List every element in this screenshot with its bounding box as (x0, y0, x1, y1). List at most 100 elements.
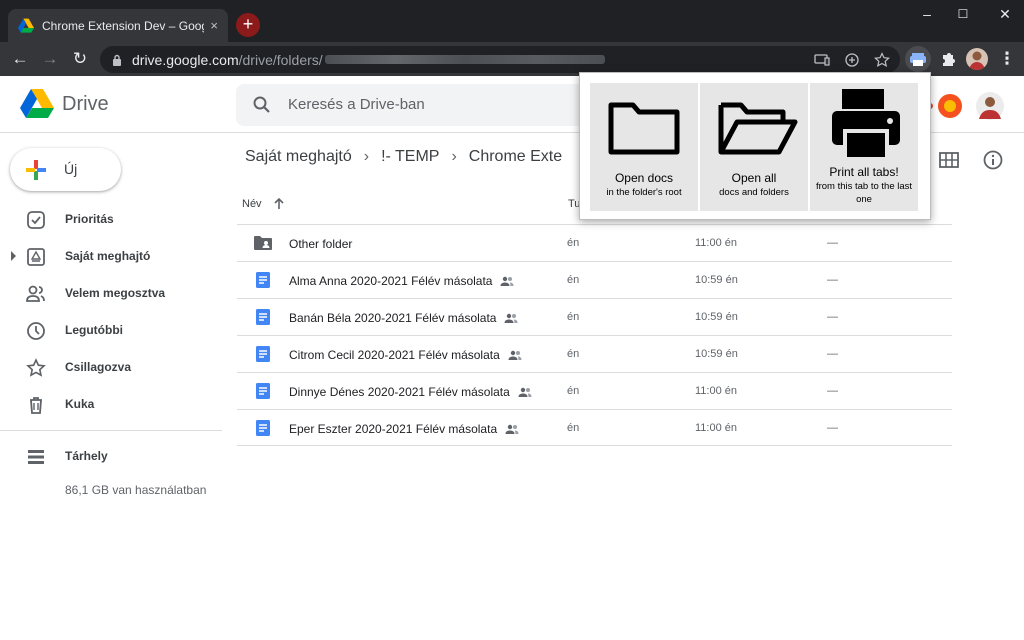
open-all-subtitle: docs and folders (719, 187, 789, 198)
shared-people-icon (505, 424, 519, 434)
file-modified: 11:00 én (695, 422, 738, 434)
google-docs-icon (256, 309, 270, 325)
file-name: Dinnye Dénes 2020-2021 Félév másolata (289, 385, 532, 399)
sidebar-divider (0, 430, 222, 431)
sidebar-item-label: Velem megosztva (65, 286, 166, 300)
file-owner: én (567, 385, 580, 397)
file-owner: én (567, 348, 580, 360)
file-name-text: Eper Eszter 2020-2021 Félév másolata (289, 422, 498, 436)
open-docs-button[interactable]: Open docs in the folder's root (590, 83, 698, 211)
chrome-menu-icon[interactable]: ⋮ (995, 47, 1019, 71)
plus-icon (26, 160, 46, 180)
sidebar-item-label: Csillagozva (65, 360, 132, 374)
shared-people-icon (500, 276, 514, 286)
sidebar-item-trash[interactable]: Kuka (0, 388, 222, 422)
minimize-icon[interactable]: – (912, 4, 942, 24)
file-modified: 11:00 én (695, 237, 738, 249)
file-size: — (827, 237, 838, 249)
sidebar-item-label: Prioritás (65, 212, 114, 226)
file-name-text: Alma Anna 2020-2021 Félév másolata (289, 274, 493, 288)
file-row[interactable]: Other folder én 11:00 én — (237, 224, 952, 261)
print-all-tabs-subtitle: from this tab to the last one (815, 181, 913, 205)
file-row[interactable]: Citrom Cecil 2020-2021 Félév másolata én… (237, 335, 952, 372)
file-name-text: Dinnye Dénes 2020-2021 Félév másolata (289, 385, 510, 399)
reload-icon[interactable]: ↻ (68, 47, 92, 71)
file-row[interactable]: Banán Béla 2020-2021 Félév másolata én 1… (237, 298, 952, 335)
file-row[interactable]: Dinnye Dénes 2020-2021 Félév másolata én… (237, 372, 952, 409)
sidebar-item-label: Saját meghajtó (65, 249, 151, 263)
file-owner: én (567, 237, 580, 249)
file-row[interactable]: Alma Anna 2020-2021 Félév másolata én 10… (237, 261, 952, 298)
file-size: — (827, 422, 838, 434)
info-icon[interactable] (982, 149, 1004, 171)
folder-icon (608, 102, 680, 155)
sort-arrow-up-icon[interactable] (273, 197, 285, 210)
sidebar-item-shared-with-me[interactable]: Velem megosztva (0, 277, 222, 311)
back-icon[interactable]: ← (8, 47, 32, 71)
sidebar-item-starred[interactable]: Csillagozva (0, 351, 222, 385)
profile-avatar[interactable] (966, 48, 988, 70)
file-size: — (827, 274, 838, 286)
printer-ext-icon (910, 53, 926, 66)
grid-view-icon[interactable] (938, 149, 960, 171)
storage-icon (28, 450, 44, 464)
star-bookmark-icon[interactable] (874, 52, 890, 68)
drive-app-name[interactable]: Drive (62, 93, 109, 116)
maximize-icon[interactable]: ☐ (948, 4, 978, 24)
file-name-text: Citrom Cecil 2020-2021 Félév másolata (289, 348, 500, 362)
trash-icon (30, 397, 42, 414)
file-owner: én (567, 311, 580, 323)
extension-printer-button[interactable] (905, 46, 931, 72)
address-bar[interactable]: drive.google.com/drive/folders/ (100, 46, 900, 73)
file-owner: én (567, 274, 580, 286)
file-name: Alma Anna 2020-2021 Félév másolata (289, 274, 514, 288)
sidebar-item-storage[interactable]: Tárhely (0, 440, 222, 474)
open-all-button[interactable]: Open all docs and folders (700, 83, 808, 211)
search-input[interactable]: Keresés a Drive-ban (288, 96, 425, 113)
column-header-name[interactable]: Név (242, 198, 262, 210)
new-tab-button[interactable]: + (236, 13, 260, 37)
open-docs-subtitle: in the folder's root (606, 187, 682, 198)
file-name-text: Other folder (289, 237, 353, 251)
search-icon[interactable] (252, 95, 272, 115)
add-icon[interactable] (844, 52, 860, 68)
storage-label: Tárhely (65, 449, 108, 463)
cast-icon[interactable] (814, 52, 830, 68)
drive-favicon-icon (18, 18, 34, 33)
file-row[interactable]: Eper Eszter 2020-2021 Félév másolata én … (237, 409, 952, 446)
header-avatars (927, 91, 1008, 121)
file-size: — (827, 311, 838, 323)
sidebar-item-priority[interactable]: Prioritás (0, 203, 222, 237)
lock-icon (113, 54, 121, 66)
search-bar[interactable]: Keresés a Drive-ban (236, 84, 636, 126)
breadcrumb-item[interactable]: Saját meghajtó (245, 148, 352, 165)
drive-logo-icon[interactable] (20, 88, 54, 118)
sidebar-item-label: Kuka (65, 397, 95, 411)
google-docs-icon (256, 383, 270, 399)
file-modified: 11:00 én (695, 385, 738, 397)
new-button-label: Új (64, 161, 78, 177)
sidebar-item-my-drive[interactable]: Saját meghajtó (0, 240, 222, 274)
open-all-title: Open all (731, 171, 777, 185)
breadcrumb-current[interactable]: Chrome Exte (469, 148, 562, 165)
print-all-tabs-button[interactable]: Print all tabs! from this tab to the las… (810, 83, 918, 211)
forward-icon[interactable]: → (38, 47, 62, 71)
extension-popup: Open docs in the folder's root Open all … (579, 72, 931, 220)
file-size: — (827, 385, 838, 397)
new-button[interactable]: Új (10, 148, 121, 191)
priority-icon (27, 211, 45, 229)
extensions-button[interactable] (935, 46, 961, 72)
url-redacted (324, 55, 605, 64)
file-name: Banán Béla 2020-2021 Félév másolata (289, 311, 518, 325)
breadcrumb-item[interactable]: !- TEMP (381, 148, 439, 165)
recent-icon (27, 322, 45, 340)
file-modified: 10:59 én (695, 348, 738, 360)
expand-arrow-icon[interactable] (11, 251, 16, 261)
browser-tab[interactable]: Chrome Extension Dev – Google × (8, 9, 228, 42)
shared-with-me-icon (26, 285, 45, 302)
tab-close-icon[interactable]: × (210, 18, 218, 33)
google-docs-icon (256, 346, 270, 362)
account-avatar-icons[interactable] (927, 91, 1008, 121)
close-window-icon[interactable]: ✕ (990, 4, 1020, 24)
sidebar-item-recent[interactable]: Legutóbbi (0, 314, 222, 348)
